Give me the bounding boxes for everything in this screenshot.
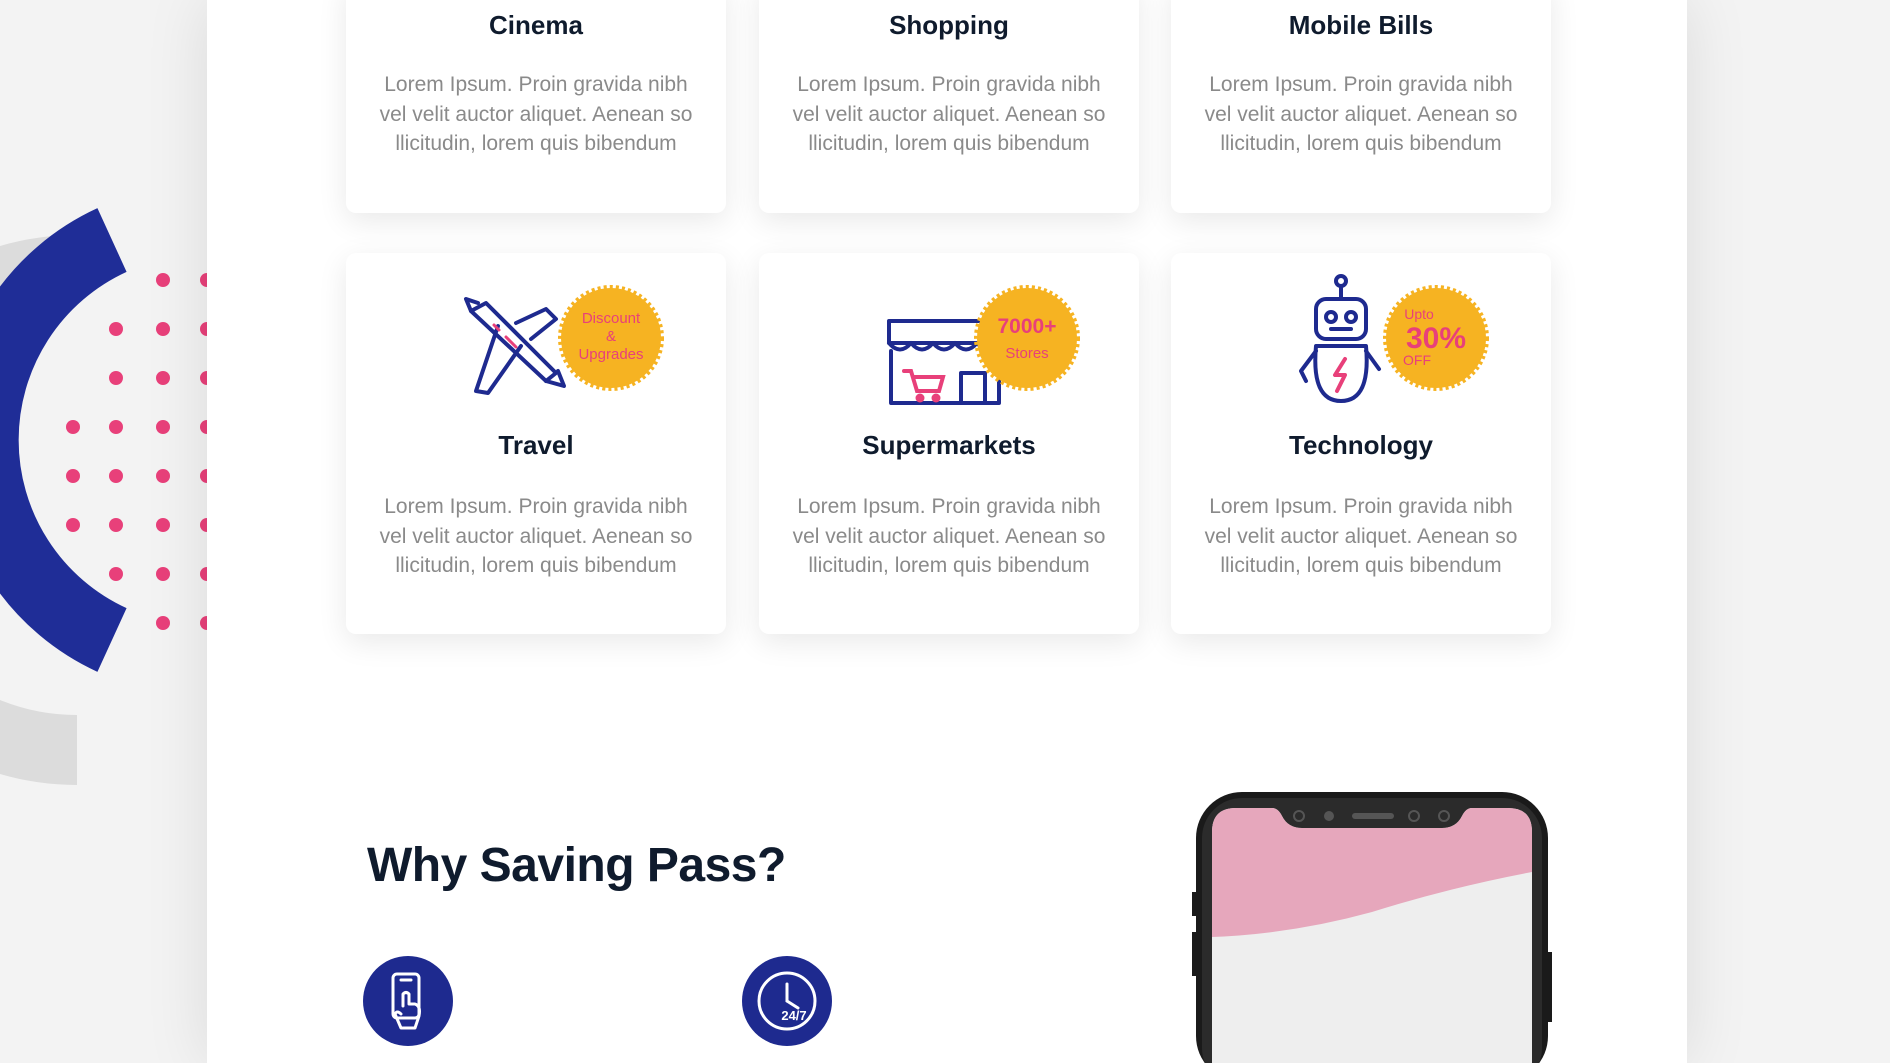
decorative-dot: [66, 420, 80, 434]
card-title: Mobile Bills: [1288, 10, 1434, 40]
card-cinema[interactable]: Cinema Lorem Ipsum. Proin gravida nibh v…: [346, 0, 726, 213]
card-mobile-bills[interactable]: Mobile Bills Lorem Ipsum. Proin gravida …: [1171, 0, 1551, 213]
card-description: Lorem Ipsum. Proin gravida nibh vel veli…: [1204, 495, 1518, 577]
stores-badge-icon: 7000+ Stores: [974, 285, 1080, 391]
decorative-dot: [156, 616, 170, 630]
badge-line-2: 30%: [1406, 322, 1466, 355]
card-description: Lorem Ipsum. Proin gravida nibh vel veli…: [379, 73, 693, 155]
decorative-dot: [156, 371, 170, 385]
card-description: Lorem Ipsum. Proin gravida nibh vel veli…: [379, 495, 693, 577]
card-shopping[interactable]: Shopping Lorem Ipsum. Proin gravida nibh…: [759, 0, 1139, 213]
decorative-dot: [109, 469, 123, 483]
decorative-dot: [109, 567, 123, 581]
feature-phone-tap: [363, 956, 453, 1046]
decorative-dot: [156, 273, 170, 287]
badge-line-2: Stores: [1005, 345, 1048, 362]
card-title: Cinema: [489, 10, 583, 40]
card-title: Shopping: [889, 10, 1009, 40]
card-supermarkets[interactable]: 7000+ Stores Supermarkets Lorem Ipsum. P…: [759, 253, 1139, 634]
svg-text:24/7: 24/7: [781, 1008, 806, 1023]
card-description: Lorem Ipsum. Proin gravida nibh vel veli…: [1204, 73, 1518, 155]
phone-mockup: [1192, 792, 1552, 1063]
card-title: Supermarkets: [862, 430, 1036, 460]
card-travel[interactable]: Discount & Upgrades Travel Lorem Ipsum. …: [346, 253, 726, 634]
card-title: Technology: [1289, 430, 1433, 460]
main-page: Cinema Lorem Ipsum. Proin gravida nibh v…: [207, 0, 1687, 1063]
phone-tap-icon: [391, 972, 421, 1030]
feature-24-7: 24/7: [742, 956, 832, 1046]
decorative-dot: [66, 469, 80, 483]
card-technology[interactable]: Upto 30% OFF Technology Lorem Ipsum. Pro…: [1171, 253, 1551, 634]
decorative-dot: [156, 567, 170, 581]
decorative-dot: [109, 371, 123, 385]
card-description: Lorem Ipsum. Proin gravida nibh vel veli…: [792, 495, 1106, 577]
decorative-dot: [156, 420, 170, 434]
badge-line-1: 7000+: [998, 315, 1057, 338]
decorative-dot: [109, 518, 123, 532]
section-heading: Why Saving Pass?: [367, 839, 786, 892]
badge-line-2: &: [606, 328, 616, 345]
badge-line-1: Upto: [1404, 306, 1434, 322]
clock-24-7-icon: 24/7: [757, 971, 817, 1031]
badge-line-3: OFF: [1403, 352, 1431, 368]
badge-line-3: Upgrades: [578, 346, 643, 363]
decorative-dot: [109, 322, 123, 336]
decorative-dot: [156, 469, 170, 483]
decorative-dot: [156, 322, 170, 336]
decorative-dot: [109, 420, 123, 434]
badge-line-1: Discount: [582, 310, 641, 327]
discount-30-badge-icon: Upto 30% OFF: [1383, 285, 1489, 391]
card-description: Lorem Ipsum. Proin gravida nibh vel veli…: [792, 73, 1106, 155]
card-title: Travel: [498, 430, 574, 460]
discount-badge-icon: Discount & Upgrades: [558, 285, 664, 391]
decorative-dot: [156, 518, 170, 532]
decorative-shapes: [0, 208, 214, 785]
decorative-dot: [66, 518, 80, 532]
